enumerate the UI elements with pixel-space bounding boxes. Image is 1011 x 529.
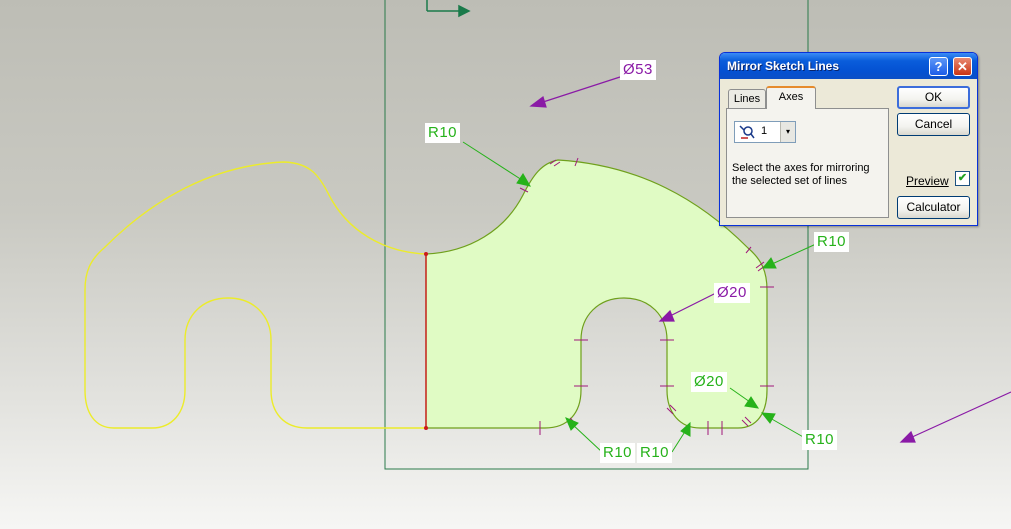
cancel-button[interactable]: Cancel	[897, 113, 970, 136]
dimension-diameter-lower[interactable]: Ø20	[691, 372, 727, 392]
dimension-radius-bottom-right[interactable]: R10	[802, 430, 838, 450]
coordinate-axes-icon	[426, 0, 471, 18]
mirror-preview-profile	[84, 161, 427, 429]
axis-endpoint	[424, 252, 428, 256]
axis-selector[interactable]: 1 ▾	[734, 121, 796, 143]
axis-endpoint	[424, 426, 428, 430]
help-icon: ?	[934, 59, 943, 74]
dimension-radius-right[interactable]: R10	[814, 232, 850, 252]
tab-axes[interactable]: Axes	[766, 86, 816, 109]
ok-button[interactable]: OK	[897, 86, 970, 109]
checkmark-icon: ✔	[957, 172, 968, 184]
mirror-axis-icon	[739, 125, 755, 139]
close-button[interactable]: ✕	[953, 57, 972, 76]
chevron-down-icon[interactable]: ▾	[780, 122, 795, 142]
calculator-button[interactable]: Calculator	[897, 196, 970, 219]
axis-value: 1	[761, 125, 768, 137]
preview-label: Preview	[906, 174, 949, 188]
dimension-diameter-53[interactable]: Ø53	[620, 60, 656, 80]
dimension-radius-bottom-a[interactable]: R10	[600, 443, 636, 463]
mirror-sketch-lines-dialog: Mirror Sketch Lines ? ✕ Lines Axes 1 ▾ S…	[719, 52, 978, 226]
dimension-radius-bottom-b[interactable]: R10	[637, 443, 673, 463]
preview-checkbox[interactable]: ✔	[955, 171, 970, 186]
help-button[interactable]: ?	[929, 57, 948, 76]
dimension-radius-top-left[interactable]: R10	[425, 123, 461, 143]
tab-lines[interactable]: Lines	[728, 89, 766, 108]
axes-instructions: Select the axes for mirroring the select…	[732, 162, 870, 187]
dialog-title: Mirror Sketch Lines	[727, 59, 840, 73]
dimension-diameter-slot[interactable]: Ø20	[714, 283, 750, 303]
close-icon: ✕	[957, 59, 968, 74]
dialog-titlebar[interactable]: Mirror Sketch Lines ? ✕	[720, 53, 977, 79]
